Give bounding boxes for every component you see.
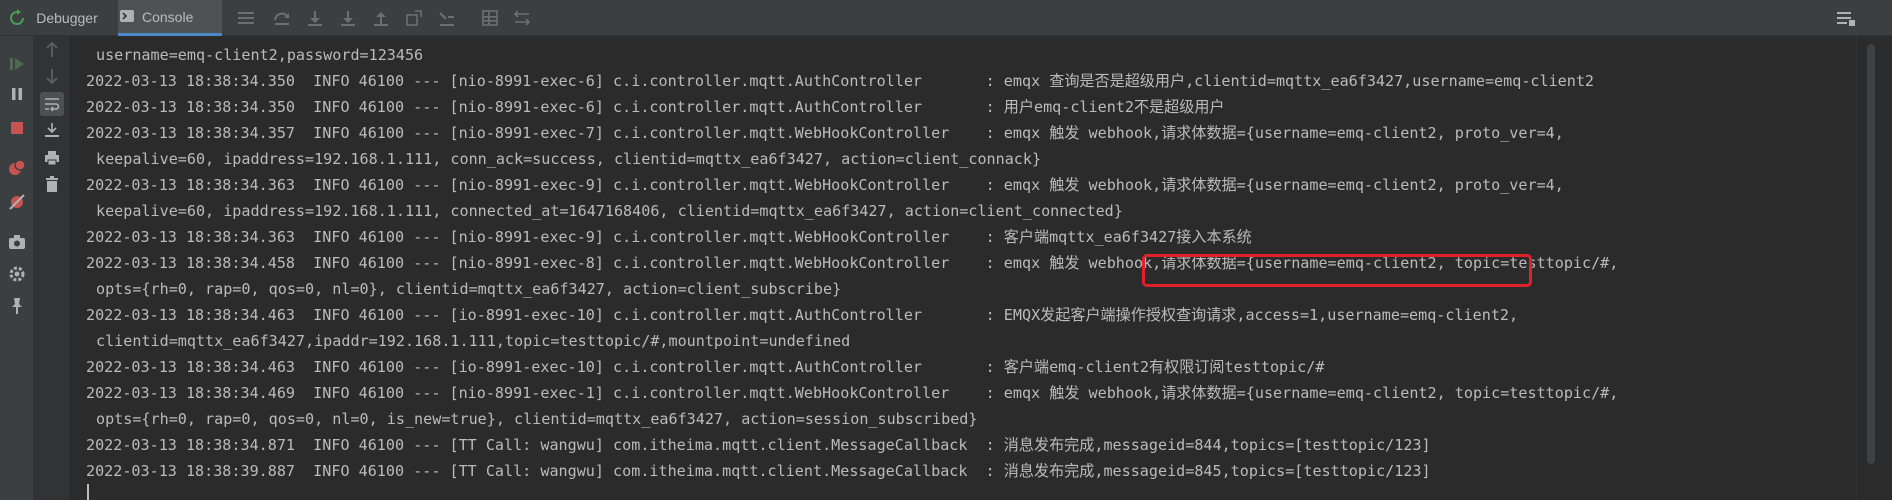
console-line: 2022-03-13 18:38:34.463 INFO 46100 --- […	[86, 358, 1325, 376]
console-line: 2022-03-13 18:38:34.363 INFO 46100 --- […	[86, 176, 1564, 194]
debug-toolbar: Debugger Console	[0, 0, 1892, 36]
camera-icon[interactable]	[7, 232, 27, 252]
run-to-cursor-icon[interactable]	[437, 8, 457, 28]
console-line: 2022-03-13 18:38:34.871 INFO 46100 --- […	[86, 436, 1431, 454]
console-gutter	[34, 36, 70, 500]
console-line: 2022-03-13 18:38:34.350 INFO 46100 --- […	[86, 98, 1225, 116]
scroll-to-end-icon[interactable]	[42, 120, 62, 140]
console-line: 2022-03-13 18:38:34.469 INFO 46100 --- […	[86, 384, 1619, 402]
stop-icon[interactable]	[7, 118, 27, 138]
console-line: opts={rh=0, rap=0, qos=0, nl=0, is_new=t…	[96, 410, 978, 428]
drop-frame-icon[interactable]	[404, 8, 424, 28]
highlight-annotation	[1142, 254, 1532, 287]
scrollbar-thumb[interactable]	[1867, 44, 1875, 464]
settings-icon[interactable]	[7, 264, 27, 284]
pause-icon[interactable]	[7, 84, 27, 104]
console-icon	[120, 9, 134, 25]
console-line: 2022-03-13 18:38:34.463 INFO 46100 --- […	[86, 306, 1519, 324]
console-line: 2022-03-13 18:38:39.887 INFO 46100 --- […	[86, 462, 1431, 480]
resume-icon[interactable]	[7, 54, 27, 74]
console-line: 2022-03-13 18:38:34.357 INFO 46100 --- […	[86, 124, 1564, 142]
view-breakpoints-icon[interactable]	[7, 158, 27, 178]
step-into-icon[interactable]	[305, 8, 325, 28]
console-line: 2022-03-13 18:38:34.363 INFO 46100 --- […	[86, 228, 1252, 246]
clear-all-icon[interactable]	[42, 174, 62, 194]
vertical-scrollbar[interactable]	[1856, 36, 1892, 500]
evaluate-icon[interactable]	[480, 8, 500, 28]
soft-wrap-icon[interactable]	[40, 92, 64, 116]
layout-icon[interactable]	[1836, 8, 1856, 28]
debug-sidebar	[0, 36, 34, 500]
arrow-up-icon[interactable]	[42, 40, 62, 60]
arrow-down-icon[interactable]	[42, 66, 62, 86]
mute-breakpoints-icon[interactable]	[7, 192, 27, 212]
console-line: keepalive=60, ipaddress=192.168.1.111, c…	[96, 150, 1042, 168]
print-icon[interactable]	[42, 148, 62, 168]
console-line: username=emq-client2,password=123456	[96, 46, 424, 64]
text-cursor	[87, 484, 89, 500]
tab-console-label: Console	[142, 8, 194, 25]
tab-debugger-label: Debugger	[36, 10, 98, 26]
trace-icon[interactable]	[512, 8, 532, 28]
rerun-icon[interactable]	[7, 8, 27, 28]
force-step-into-icon[interactable]	[338, 8, 358, 28]
console-line: 2022-03-13 18:38:34.350 INFO 46100 --- […	[86, 72, 1595, 90]
step-over-icon[interactable]	[272, 8, 292, 28]
menu-icon[interactable]	[236, 8, 256, 28]
pin-icon[interactable]	[7, 296, 27, 316]
step-out-icon[interactable]	[371, 8, 391, 28]
console-output[interactable]: username=emq-client2,password=123456 2022…	[70, 36, 1856, 500]
console-line: keepalive=60, ipaddress=192.168.1.111, c…	[96, 202, 1123, 220]
tab-debugger[interactable]: Debugger	[30, 0, 104, 36]
console-line: clientid=mqttx_ea6f3427,ipaddr=192.168.1…	[96, 332, 851, 350]
tab-console[interactable]: Console	[118, 0, 222, 36]
